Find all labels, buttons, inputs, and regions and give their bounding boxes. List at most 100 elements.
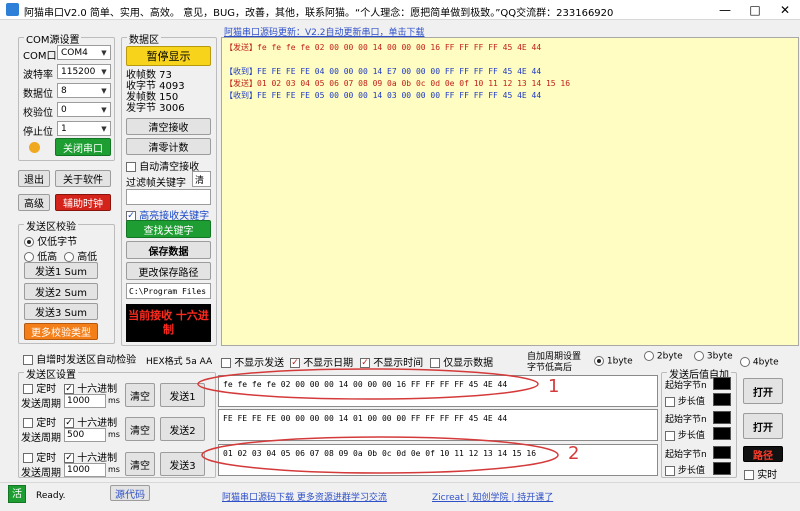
stop-bits-label: 停止位 — [23, 127, 53, 138]
zicreat-link[interactable]: Zicreat | 知创学院 | 持开课了 — [432, 490, 553, 503]
close-window-button[interactable]: ✕ — [770, 0, 800, 20]
close-port-button[interactable]: 关闭串口 — [55, 138, 111, 156]
minimize-button[interactable]: — — [710, 0, 740, 20]
only-low-label: 仅低字节 — [37, 237, 78, 248]
stop-bits-value: 1 — [61, 123, 67, 134]
baud-select[interactable]: 115200 ▼ — [57, 64, 111, 79]
send-period-input[interactable]: 1000 — [64, 394, 106, 408]
receive-line: 【发送】fe fe fe fe 02 00 00 00 14 00 00 00 … — [225, 42, 795, 54]
checkbox-icon — [126, 162, 136, 172]
start-byte-input[interactable] — [713, 446, 731, 459]
start-byte-label: 起始字节n — [665, 415, 707, 425]
step-checkbox[interactable]: 步长值 — [665, 428, 705, 441]
path-button[interactable]: 路径 — [743, 446, 783, 462]
step-input[interactable] — [713, 427, 731, 440]
byte1-option[interactable]: 1byte — [594, 356, 633, 367]
exit-button[interactable]: 退出 — [18, 170, 50, 187]
radio-icon — [64, 252, 74, 262]
byte3-option[interactable]: 3byte — [694, 351, 733, 362]
receive-line-text: FE FE FE FE 05 00 00 00 14 03 00 00 00 F… — [257, 91, 542, 100]
auto-check-checkbox[interactable]: 自增时发送区自动检验 — [23, 351, 136, 366]
parity-select[interactable]: 0 ▼ — [57, 102, 111, 117]
chevron-down-icon: ▼ — [101, 67, 107, 76]
auto-clear-checkbox[interactable]: 自动清空接收 — [126, 158, 199, 173]
send-period-input[interactable]: 1000 — [64, 463, 106, 477]
receive-line-tag: 【收到】 — [225, 91, 257, 100]
checkbox-icon — [665, 396, 675, 407]
checkbox-icon — [23, 453, 33, 463]
receive-line: 【收到】FE FE FE FE 04 00 00 00 14 E7 00 00 … — [225, 66, 795, 78]
receive-line-text: fe fe fe fe 02 00 00 00 14 00 00 00 16 F… — [257, 43, 542, 52]
checksum-group-title: 发送区校验 — [24, 218, 78, 233]
timer-checkbox[interactable]: 定时 — [23, 414, 56, 429]
receive-line — [225, 54, 795, 66]
chevron-down-icon: ▼ — [101, 86, 107, 95]
data-bits-value: 8 — [61, 85, 67, 96]
send-period-input[interactable]: 500 — [64, 428, 106, 442]
clear-receive-button[interactable]: 清空接收 — [126, 118, 211, 135]
step-input[interactable] — [713, 393, 731, 406]
timer-checkbox[interactable]: 定时 — [23, 449, 56, 464]
start-byte-input[interactable] — [713, 377, 731, 390]
send2-sum-button[interactable]: 发送2 Sum — [24, 283, 98, 300]
change-save-path-button[interactable]: 更改保存路径 — [126, 262, 211, 280]
annotation-overlay — [197, 368, 559, 474]
open-button-2[interactable]: 打开 — [743, 413, 783, 439]
hex-checkbox[interactable]: ✓ 十六进制 — [64, 414, 117, 429]
advanced-button[interactable]: 高级 — [18, 194, 50, 211]
receive-line: 【收到】FE FE FE FE 05 00 00 00 14 03 00 00 … — [225, 90, 795, 102]
pause-display-button[interactable]: 暂停显示 — [126, 46, 211, 66]
title-bar: 阿猫串口V2.0 简单、实用、高效。 意见，BUG，改善，其他，联系阿猫。“个人… — [0, 0, 800, 20]
ms-label: ms — [108, 396, 120, 405]
download-source-link[interactable]: 阿猫串口源码下载 更多资源进群学习交流 — [222, 490, 387, 503]
timer-checkbox[interactable]: 定时 — [23, 380, 56, 395]
com-port-select[interactable]: COM4 ▼ — [57, 45, 111, 60]
hex-checkbox[interactable]: ✓ 十六进制 — [64, 380, 117, 395]
source-code-button[interactable]: 源代码 — [110, 485, 150, 501]
find-keyword-button[interactable]: 查找关键字 — [126, 220, 211, 238]
step-checkbox[interactable]: 步长值 — [665, 394, 705, 407]
byte1-label: 1byte — [606, 356, 633, 367]
parity-label: 校验位 — [23, 108, 53, 119]
save-data-button[interactable]: 保存数据 — [126, 241, 211, 259]
filter-keyword-field[interactable] — [126, 189, 211, 205]
stop-bits-select[interactable]: 1 ▼ — [57, 121, 111, 136]
hex-checkbox[interactable]: ✓ 十六进制 — [64, 449, 117, 464]
send3-sum-button[interactable]: 发送3 Sum — [24, 303, 98, 320]
only-low-option[interactable]: 仅低字节 — [24, 233, 77, 248]
byte4-option[interactable]: 4byte — [740, 357, 779, 368]
receive-line-tag: 【发送】 — [225, 79, 257, 88]
clear-send-button[interactable]: 清空 — [125, 452, 155, 476]
assist-clock-button[interactable]: 辅助时钟 — [55, 194, 111, 211]
high-low-option[interactable]: 高低 — [64, 248, 97, 263]
radio-icon — [594, 356, 604, 366]
chevron-down-icon: ▼ — [101, 105, 107, 114]
step-label: 步长值 — [677, 466, 705, 476]
radio-icon — [740, 357, 750, 367]
data-bits-select[interactable]: 8 ▼ — [57, 83, 111, 98]
clear-send-button[interactable]: 清空 — [125, 383, 155, 407]
radio-icon — [694, 351, 704, 361]
clear-send-button[interactable]: 清空 — [125, 417, 155, 441]
step-checkbox[interactable]: 步长值 — [665, 463, 705, 476]
status-badge: 活 — [8, 485, 26, 503]
receive-mode-indicator[interactable]: 当前接收 十六进制 — [126, 304, 211, 342]
more-checksum-button[interactable]: 更多校验类型 — [24, 323, 98, 340]
step-input[interactable] — [713, 462, 731, 475]
realtime-checkbox[interactable]: 实时 — [744, 466, 777, 481]
open-button-1[interactable]: 打开 — [743, 378, 783, 404]
filter-keyword-input[interactable]: 清 — [192, 171, 211, 187]
send1-sum-button[interactable]: 发送1 Sum — [24, 262, 98, 279]
start-byte-input[interactable] — [713, 411, 731, 424]
recv-frames-count: 收帧数 73 — [126, 70, 172, 81]
low-high-option[interactable]: 低高 — [24, 248, 57, 263]
receive-area[interactable]: 【发送】 fe fe fe fe 02 00 00 00 14 00 00 00 … — [221, 37, 799, 346]
about-button[interactable]: 关于软件 — [55, 170, 111, 187]
save-path-field[interactable]: C:\Program Files — [126, 283, 211, 299]
parity-value: 0 — [61, 104, 67, 115]
radio-icon — [644, 351, 654, 361]
auto-clear-label: 自动清空接收 — [139, 162, 200, 173]
clear-count-button[interactable]: 清零计数 — [126, 138, 211, 155]
maximize-button[interactable]: □ — [740, 0, 770, 20]
byte2-option[interactable]: 2byte — [644, 351, 683, 362]
